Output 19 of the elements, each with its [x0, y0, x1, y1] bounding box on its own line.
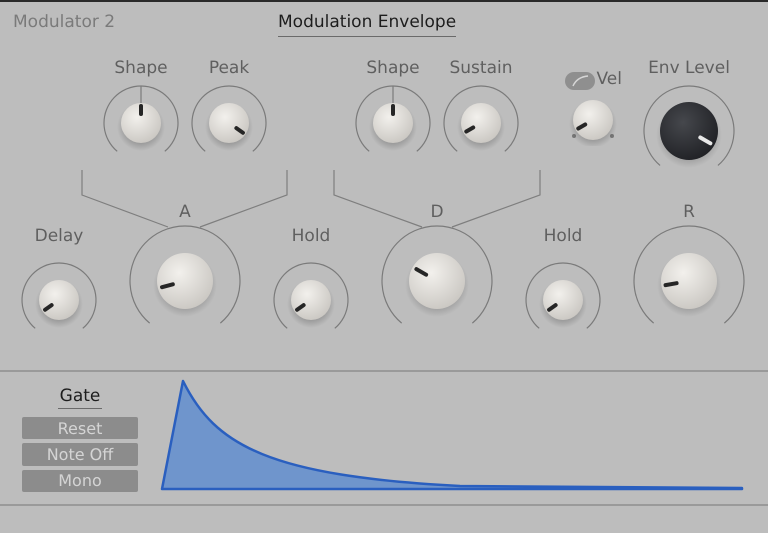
stage-label: R: [683, 201, 695, 223]
gate-title: Gate: [58, 386, 102, 409]
knob-label: Peak: [208, 57, 250, 79]
gate-mode-button[interactable]: Note Off: [22, 443, 138, 466]
knob-label: Hold: [292, 225, 330, 247]
knob-label: Env Level: [648, 57, 730, 79]
knob-label: Vel: [596, 68, 622, 90]
module-name: Modulator 2: [13, 12, 116, 32]
knob-label: Shape: [114, 57, 168, 79]
gate-mode-button[interactable]: Reset: [22, 417, 138, 440]
section-title: Modulation Envelope: [278, 12, 456, 37]
stage-label: D: [430, 201, 444, 223]
knob-label: Delay: [34, 225, 84, 247]
gate-mode-button[interactable]: Mono: [22, 470, 138, 492]
stage-label: A: [179, 201, 191, 223]
knob-label: Hold: [544, 225, 582, 247]
curve-toggle-icon[interactable]: [564, 72, 594, 90]
knob-label: Shape: [366, 57, 420, 79]
knob-label: Sustain: [449, 57, 512, 79]
